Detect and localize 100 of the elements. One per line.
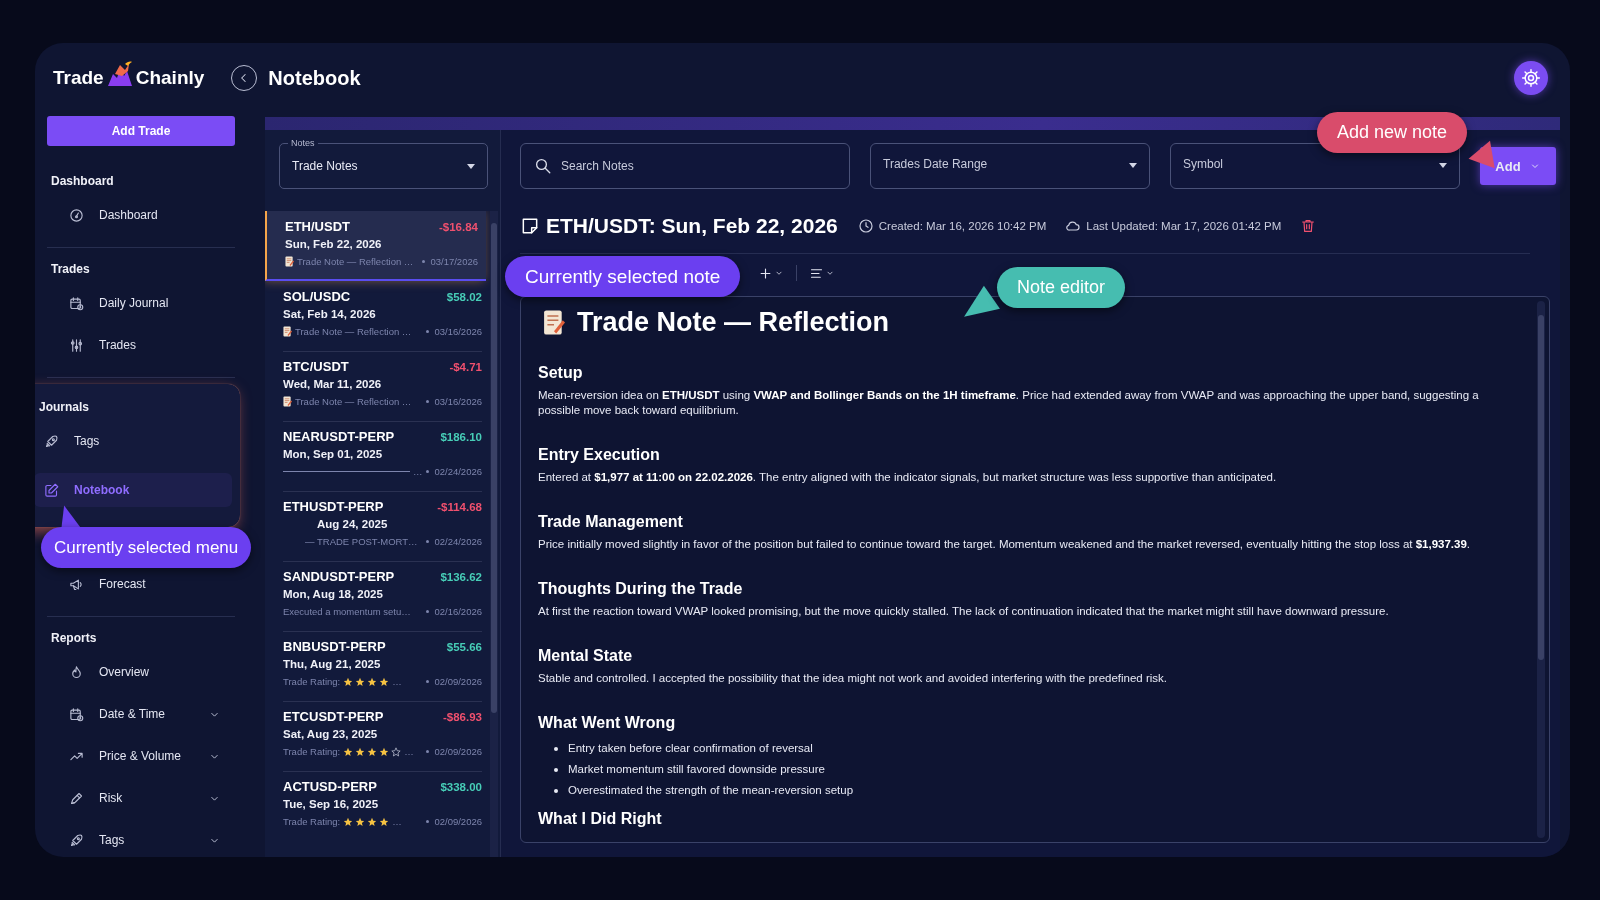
note-preview: … [412,466,423,477]
paragraph: Entered at $1,977 at 11:00 on 22.02.2026. The entry aligned with the indicator signals, but market structure was less supportive than anticipated. [538,470,1278,485]
rating-ellipsis: … [404,746,414,757]
note-preview: Trade Note — Reflection … [295,326,412,337]
star-icon [355,746,366,757]
search-icon [534,157,552,175]
star-icon [343,746,354,757]
section-title: Trades [50,261,91,278]
section-heading: Mental State [538,647,634,665]
nav-item[interactable]: Price & Volume [47,746,235,766]
note-title: ETH/USDT: Sun, Feb 22, 2026 [546,214,838,238]
note-list-item[interactable]: SOL/USDC $58.02 Sat, Feb 14, 2026 Trade Note — Reflection … 03/16/2026 [265,281,490,351]
note-symbol: NEARUSDT-PERP [283,429,395,444]
pnl-amount: -$16.84 [439,221,478,233]
note-symbol: ETHUSDT-PERP [283,499,384,514]
pnl-amount: -$4.71 [449,361,482,373]
note-updated-date: 03/17/2026 [430,256,478,267]
settings-button[interactable] [1514,61,1548,95]
note-date: Sun, Feb 22, 2026 [285,238,383,250]
note-updated-date: 02/09/2026 [434,816,482,827]
note-date: Tue, Sep 16, 2025 [283,798,380,810]
nav-item[interactable]: Forecast [47,574,235,594]
note-updated-date: 03/16/2026 [434,326,482,337]
star-icon [343,816,354,827]
nav-item[interactable]: Overview [47,662,235,682]
note-date: Mon, Aug 18, 2025 [283,588,384,600]
nav-item[interactable]: Risk [47,788,235,808]
rocket-icon [69,832,84,848]
note-updated-date: 02/09/2026 [434,746,482,757]
section-heading: Entry Execution [538,446,661,464]
plus-icon [758,265,773,281]
memo-icon [285,256,294,267]
note-preview: Trade Note — Reflection … [297,256,414,267]
delete-button[interactable] [1300,218,1317,234]
memo-icon [543,309,565,336]
add-button[interactable]: Add [1480,147,1556,185]
note-list-item[interactable]: ETH/USDT -$16.84 Sun, Feb 22, 2026 Trade Note — Reflection … 03/17/2026 [265,211,486,281]
date-range-dropdown[interactable]: Trades Date Range [870,143,1150,189]
note-updated-date: 02/09/2026 [434,676,482,687]
field-label: Notes [288,138,318,148]
section-heading: Trade Management [538,513,684,531]
note-updated-date: 02/16/2026 [434,606,482,617]
caret-icon [467,163,475,169]
star-icon [343,676,354,687]
note-editor[interactable] [520,296,1550,843]
edit-icon [44,482,59,498]
bullet-icon [554,746,558,751]
search-field[interactable]: Search Notes [520,143,850,189]
section-heading: Setup [538,364,584,382]
note-icon [520,216,540,236]
dot-icon [426,400,430,403]
note-symbol: ETCUSDT-PERP [283,709,384,724]
pen-icon [69,790,84,806]
gauge-icon [69,207,84,223]
page-title: Notebook [268,66,361,90]
note-symbol: ETH/USDT [285,219,350,234]
nav-item[interactable]: Notebook [35,473,232,507]
rating-ellipsis: … [392,816,402,827]
pnl-amount: $58.02 [446,291,482,303]
dot-icon [426,820,430,823]
dot-icon [426,470,430,473]
annotation-tooltip: Note editor [997,267,1126,308]
note-symbol: BNBUSDT-PERP [283,639,386,654]
annotation-tooltip: Add new note [1317,112,1468,153]
settings-icon [1521,68,1541,88]
nav-item[interactable]: Dashboard [47,205,235,225]
caret-icon [1129,163,1137,168]
note-symbol: BTC/USDT [283,359,349,374]
scrollbar[interactable] [1537,301,1545,838]
clock-icon [857,218,874,234]
note-date: Mon, Sep 01, 2025 [283,448,384,460]
memo-icon [283,396,292,407]
note-preview: Trade Note — Reflection … [295,396,412,407]
nav-item[interactable]: Daily Journal [47,293,235,313]
note-date: Thu, Aug 21, 2025 [283,658,382,670]
logo-text: Chainly [135,67,205,89]
add-trade-button[interactable]: Add Trade [47,116,235,146]
dot-icon [426,610,430,613]
paragraph: Mean-reversion idea on ETH/USDT using VWAP and Bollinger Bands on the 1H timeframe. Price had extended away from VWAP and was approaching the upper band, suggesting a possible move back toward equilibrium. [538,388,1480,418]
nav-item[interactable]: Tags [35,431,232,451]
section-heading: What I Did Right [538,810,663,828]
note-preview: Executed a momentum setu… [283,606,411,617]
note-date: Wed, Mar 11, 2026 [283,378,383,390]
nav-item[interactable]: Trades [47,335,235,355]
star-icon [355,676,366,687]
updated-date: Last Updated: Mar 17, 2026 01:42 PM [1086,220,1282,232]
dot-icon [426,750,430,753]
note-updated-date: 02/24/2026 [434,466,482,477]
nav-item[interactable]: Tags [47,830,235,850]
rocket-icon [44,433,59,449]
scrollbar[interactable] [490,211,498,857]
note-symbol: SANDUSDT-PERP [283,569,395,584]
star-icon [367,676,378,687]
rating-label: Trade Rating: [283,816,341,827]
star-icon [379,816,390,827]
nav-item[interactable]: Date & Time [47,704,235,724]
section-title: Reports [50,630,98,647]
note-date: Aug 24, 2025 [316,518,389,530]
annotation-tooltip: Currently selected menu [41,527,252,568]
rating-ellipsis: … [392,676,402,687]
